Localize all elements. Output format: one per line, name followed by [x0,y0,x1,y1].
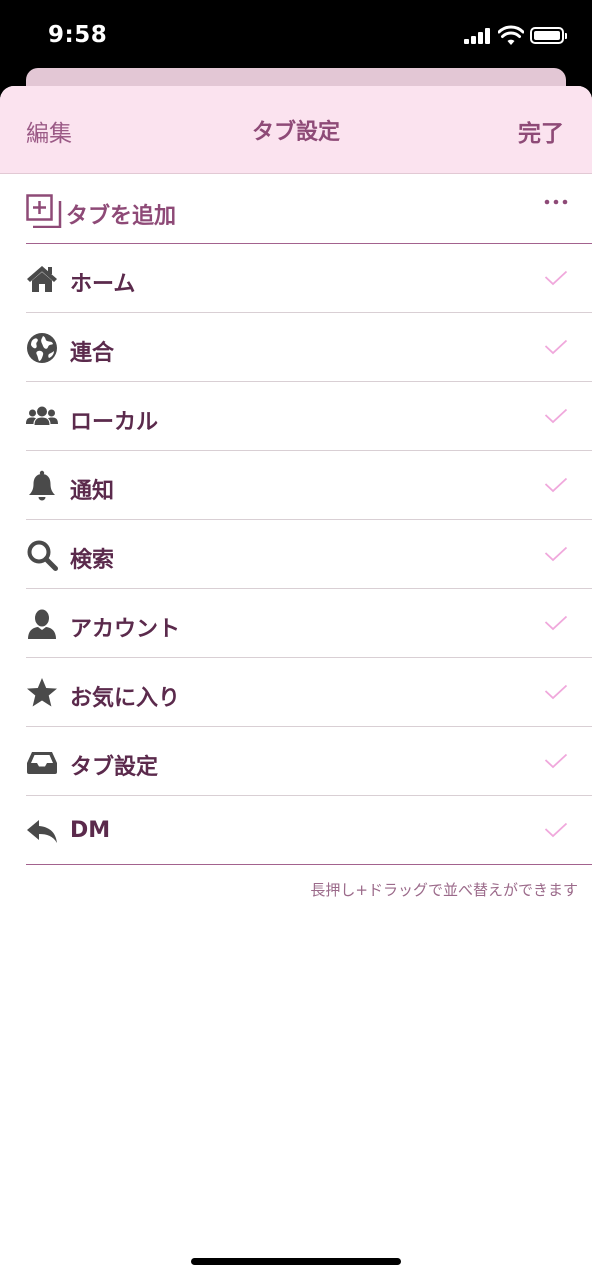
battery-icon [530,27,567,44]
inbox-icon [27,752,57,774]
wifi-icon [498,25,524,45]
tab-label: ホーム [70,272,136,297]
tab-label: 連合 [70,341,115,366]
tab-row-favorites[interactable]: お気に入り [26,658,592,727]
checkmark-icon [544,684,568,700]
cellular-signal-icon [464,28,490,44]
checkmark-icon [544,615,568,631]
tab-label: タブ設定 [70,755,159,780]
checkmark-icon [544,822,568,838]
globe-icon [27,333,57,363]
add-tab-row[interactable]: タブを追加 [26,174,592,244]
users-icon [26,406,58,425]
done-button[interactable]: 完了 [518,114,564,148]
tab-label: お気に入り [70,686,181,711]
tab-label: ローカル [70,410,159,435]
tab-row-local[interactable]: ローカル [26,382,592,451]
checkmark-icon [544,753,568,769]
add-tab-label: タブを追加 [66,204,177,229]
checkmark-icon [544,408,568,424]
navigation-bar: 編集 タブ設定 完了 [0,86,592,174]
tab-label: DM [70,818,111,843]
tab-settings-sheet: 編集 タブ設定 完了 タブを追加 ホーム 連合 ローカル 通知 検索 アカウント… [0,86,592,1280]
tab-label: 検索 [70,548,115,573]
search-icon [27,540,58,571]
star-icon [27,678,57,707]
tab-row-tab-settings[interactable]: タブ設定 [26,727,592,796]
page-title: タブ設定 [251,120,340,145]
tab-label: 通知 [70,479,115,504]
status-bar: 9:58 [0,0,592,70]
tab-row-federated[interactable]: 連合 [26,313,592,382]
tab-row-notifications[interactable]: 通知 [26,451,592,520]
home-icon [27,266,57,292]
checkmark-icon [544,546,568,562]
reorder-hint: 長押し+ドラッグで並べ替えができます [310,881,578,899]
checkmark-icon [544,270,568,286]
reply-icon [27,820,57,843]
ellipsis-icon[interactable] [544,198,568,206]
checkmark-icon [544,339,568,355]
tab-row-account[interactable]: アカウント [26,589,592,658]
tab-row-home[interactable]: ホーム [26,244,592,313]
user-icon [28,609,56,639]
add-tab-icon [26,194,62,228]
tab-label: アカウント [70,617,181,642]
tab-list: ホーム 連合 ローカル 通知 検索 アカウント お気に入り タブ設定 DM [26,244,592,865]
tab-row-dm[interactable]: DM [26,796,592,865]
checkmark-icon [544,477,568,493]
status-time: 9:58 [48,22,108,48]
bell-icon [29,470,55,501]
home-indicator[interactable] [191,1258,401,1265]
tab-row-search[interactable]: 検索 [26,520,592,589]
